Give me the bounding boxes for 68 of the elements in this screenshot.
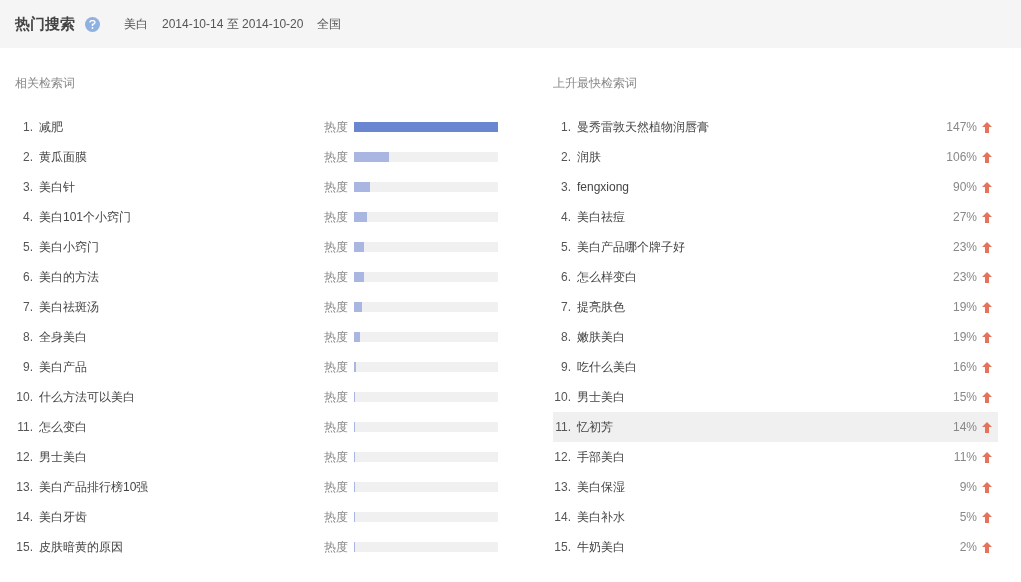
- search-term[interactable]: 怎么变白: [39, 418, 324, 436]
- rising-row[interactable]: 11. 忆初芳 14%: [553, 412, 998, 442]
- rank-number: 10.: [15, 389, 34, 406]
- search-term[interactable]: 减肥: [39, 118, 324, 136]
- search-term[interactable]: 美白祛斑汤: [39, 298, 324, 316]
- rank-number: 8.: [22, 329, 34, 346]
- heat-label: 热度: [324, 479, 348, 496]
- heat-label: 热度: [324, 119, 348, 136]
- rank-number: 9.: [22, 359, 34, 376]
- search-term[interactable]: 什么方法可以美白: [39, 388, 324, 406]
- up-arrow-icon: [982, 211, 992, 223]
- search-term[interactable]: 美白小窍门: [39, 238, 324, 256]
- heat-label: 热度: [324, 269, 348, 286]
- rank-number: 4.: [22, 209, 34, 226]
- up-arrow-icon: [982, 451, 992, 463]
- search-term[interactable]: 美白牙齿: [39, 508, 324, 526]
- rank-number: 5.: [22, 239, 34, 256]
- search-term[interactable]: 美白针: [39, 178, 324, 196]
- up-arrow-icon: [982, 481, 992, 493]
- rank-number: 12.: [15, 449, 34, 466]
- heat-label: 热度: [324, 239, 348, 256]
- up-arrow-icon: [982, 361, 992, 373]
- rank-number: 15.: [15, 539, 34, 556]
- rank-number: 2.: [22, 149, 34, 166]
- up-arrow-icon: [982, 151, 992, 163]
- heat-label: 热度: [324, 419, 348, 436]
- help-icon[interactable]: [85, 16, 100, 32]
- up-arrow-icon: [982, 331, 992, 343]
- section-heading: 上升最快检索词: [553, 75, 638, 92]
- search-term[interactable]: 美白产品排行榜10强: [39, 478, 324, 496]
- rank-number: 6.: [22, 269, 34, 286]
- search-term[interactable]: 美白的方法: [39, 268, 324, 286]
- search-term[interactable]: 全身美白: [39, 328, 324, 346]
- heat-label: 热度: [324, 149, 348, 166]
- up-arrow-icon: [982, 421, 992, 433]
- search-term[interactable]: 黄瓜面膜: [39, 148, 324, 166]
- region-label: 全国: [317, 16, 342, 33]
- rank-number: 11.: [16, 419, 34, 436]
- section-heading: 相关检索词: [15, 75, 76, 92]
- up-arrow-icon: [982, 391, 992, 403]
- heat-label: 热度: [324, 389, 348, 406]
- heat-label: 热度: [324, 329, 348, 346]
- heat-label: 热度: [324, 449, 348, 466]
- heat-label: 热度: [324, 539, 348, 556]
- up-arrow-icon: [982, 271, 992, 283]
- up-arrow-icon: [982, 241, 992, 253]
- page-title: 热门搜索: [15, 13, 75, 34]
- heat-label: 热度: [324, 509, 348, 526]
- up-arrow-icon: [982, 301, 992, 313]
- keyword-label: 美白: [124, 16, 148, 33]
- search-term[interactable]: 美白101个小窍门: [39, 208, 324, 226]
- rank-number: 7.: [22, 299, 34, 316]
- date-range: 2014-10-14 至 2014-10-20: [162, 16, 304, 33]
- rank-number: 13.: [15, 479, 34, 496]
- rank-number: 1.: [22, 119, 34, 136]
- up-arrow-icon: [982, 511, 992, 523]
- up-arrow-icon: [982, 121, 992, 133]
- heat-label: 热度: [324, 179, 348, 196]
- heat-label: 热度: [324, 299, 348, 316]
- rank-number: 14.: [15, 509, 34, 526]
- up-arrow-icon: [982, 541, 992, 553]
- rank-number: 3.: [22, 179, 34, 196]
- search-term[interactable]: 男士美白: [39, 448, 324, 466]
- heat-label: 热度: [324, 209, 348, 226]
- up-arrow-icon: [982, 181, 992, 193]
- heat-label: 热度: [324, 359, 348, 376]
- search-term[interactable]: 皮肤暗黄的原因: [39, 538, 324, 556]
- search-term[interactable]: 美白产品: [39, 358, 324, 376]
